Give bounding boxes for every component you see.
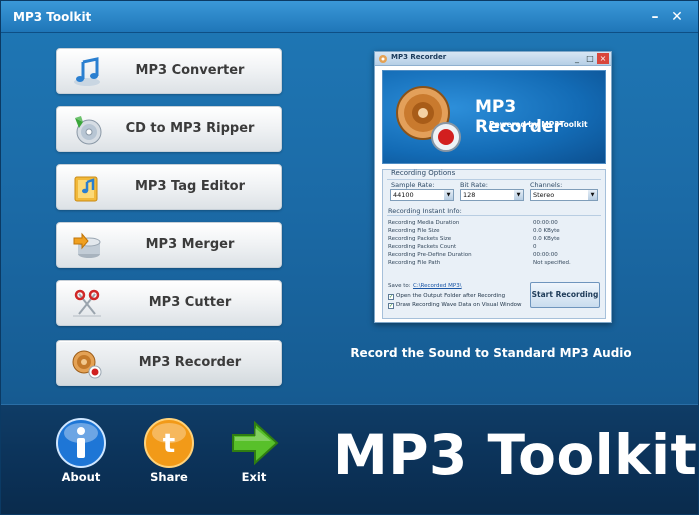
info-row-value: 0	[533, 244, 537, 250]
bottom-bar: About t Share Exit MP3 Toolkit	[1, 404, 698, 514]
info-row-label: Recording Packets Size	[388, 236, 452, 242]
info-row-value: 0.0 KByte	[533, 236, 560, 242]
exit-label[interactable]: Exit	[224, 470, 284, 484]
info-row-value: 00:00:00	[533, 252, 558, 258]
minimize-icon[interactable]: –	[647, 9, 663, 25]
start-recording-button: Start Recording	[530, 282, 600, 308]
draw-wave-checkbox-label: Draw Recording Wave Data on Visual Windo…	[396, 302, 522, 308]
brand-logo-text: MP3 Toolkit	[333, 423, 698, 487]
cd-to-mp3-ripper-button[interactable]: CD to MP3 Ripper	[56, 106, 282, 152]
draw-wave-checkbox: ✓ Draw Recording Wave Data on Visual Wind…	[388, 302, 522, 309]
mp3-recorder-label: MP3 Recorder	[138, 355, 242, 370]
info-row-value: 0.0 KByte	[533, 228, 560, 234]
sample-rate-label: Sample Rate:	[391, 181, 435, 189]
open-folder-checkbox-label: Open the Output Folder after Recording	[396, 293, 506, 299]
preview-minimize-icon: _	[575, 54, 579, 63]
mp3-merger-label: MP3 Merger	[145, 237, 235, 252]
info-row-label: Recording File Path	[388, 260, 441, 266]
merge-disc-icon	[73, 232, 101, 258]
mp3-recorder-button[interactable]: MP3 Recorder	[56, 340, 282, 386]
speaker-record-icon	[72, 350, 102, 379]
mp3-converter-label: MP3 Converter	[135, 63, 245, 78]
recording-options-group: Recording Options Sample Rate: 44100 ▼ B…	[382, 169, 606, 319]
info-row-value: 00:00:00	[533, 220, 558, 226]
checkbox-checked-icon: ✓	[388, 294, 394, 300]
recorder-preview-window: MP3 Recorder _ □ × MP3 Recorder Powered …	[374, 51, 612, 323]
instant-info-label: Recording Instant Info:	[388, 207, 462, 215]
info-row-label: Recording Packets Count	[388, 244, 457, 250]
info-row-label: Recording Media Duration	[388, 220, 460, 226]
sample-rate-select: 44100 ▼	[390, 189, 454, 201]
share-label[interactable]: Share	[139, 470, 199, 484]
close-icon[interactable]: ✕	[669, 9, 685, 25]
preview-banner-title: MP3 Recorder	[475, 97, 562, 137]
window-title: MP3 Toolkit	[13, 10, 92, 24]
recording-options-title: Recording Options	[391, 169, 456, 177]
save-to-label: Save to:	[388, 283, 411, 289]
main-window: MP3 Toolkit – ✕ MP3 Converter CD to MP3 …	[0, 0, 699, 515]
speaker-logo-icon	[396, 86, 461, 152]
preview-maximize-icon: □	[586, 54, 594, 63]
app-small-icon	[379, 55, 387, 63]
feature-caption: Record the Sound to Standard MP3 Audio	[350, 346, 632, 360]
bit-rate-value: 128	[463, 191, 476, 199]
mp3-cutter-label: MP3 Cutter	[148, 295, 232, 310]
preview-title-bar: MP3 Recorder _ □ ×	[375, 52, 611, 66]
mp3-cutter-button[interactable]: MP3 Cutter	[56, 280, 282, 326]
svg-text:t: t	[163, 429, 175, 459]
chevron-down-icon: ▼	[444, 190, 453, 200]
bit-rate-label: Bit Rate:	[460, 181, 488, 189]
mp3-converter-button[interactable]: MP3 Converter	[56, 48, 282, 94]
share-icon[interactable]: t	[143, 417, 195, 469]
open-folder-checkbox: ✓ Open the Output Folder after Recording	[388, 293, 505, 300]
info-row-label: Recording File Size	[388, 228, 440, 234]
tag-editor-icon	[74, 176, 98, 202]
sample-rate-value: 44100	[393, 191, 414, 199]
mp3-merger-button[interactable]: MP3 Merger	[56, 222, 282, 268]
mp3-tag-editor-button[interactable]: MP3 Tag Editor	[56, 164, 282, 210]
save-to-path-link: C:\Recorded MP3\	[413, 283, 462, 289]
preview-banner: MP3 Recorder Powered by MP3Toolkit	[382, 70, 606, 164]
preview-window-title: MP3 Recorder	[391, 53, 447, 61]
bit-rate-select: 128 ▼	[460, 189, 524, 201]
checkbox-checked-icon: ✓	[388, 303, 394, 309]
cd-disc-icon	[75, 116, 102, 145]
info-row-value: Not specified.	[533, 260, 571, 266]
about-label[interactable]: About	[51, 470, 111, 484]
preview-banner-subtitle: Powered by MP3Toolkit	[489, 120, 588, 129]
scissors-icon	[73, 289, 101, 317]
about-info-icon[interactable]	[55, 417, 107, 469]
preview-close-icon: ×	[597, 53, 609, 64]
chevron-down-icon: ▼	[514, 190, 523, 200]
chevron-down-icon: ▼	[588, 190, 597, 200]
exit-arrow-icon[interactable]	[229, 417, 281, 469]
mp3-tag-editor-label: MP3 Tag Editor	[134, 179, 246, 194]
channels-label: Channels:	[530, 181, 563, 189]
cd-to-mp3-ripper-label: CD to MP3 Ripper	[125, 121, 255, 136]
channels-value: Stereo	[533, 191, 555, 199]
info-row-label: Recording Pre-Define Duration	[388, 252, 472, 258]
music-note-icon	[74, 57, 100, 86]
channels-select: Stereo ▼	[530, 189, 598, 201]
title-bar: MP3 Toolkit – ✕	[1, 1, 698, 33]
group-divider	[387, 179, 601, 180]
info-divider	[387, 215, 601, 216]
